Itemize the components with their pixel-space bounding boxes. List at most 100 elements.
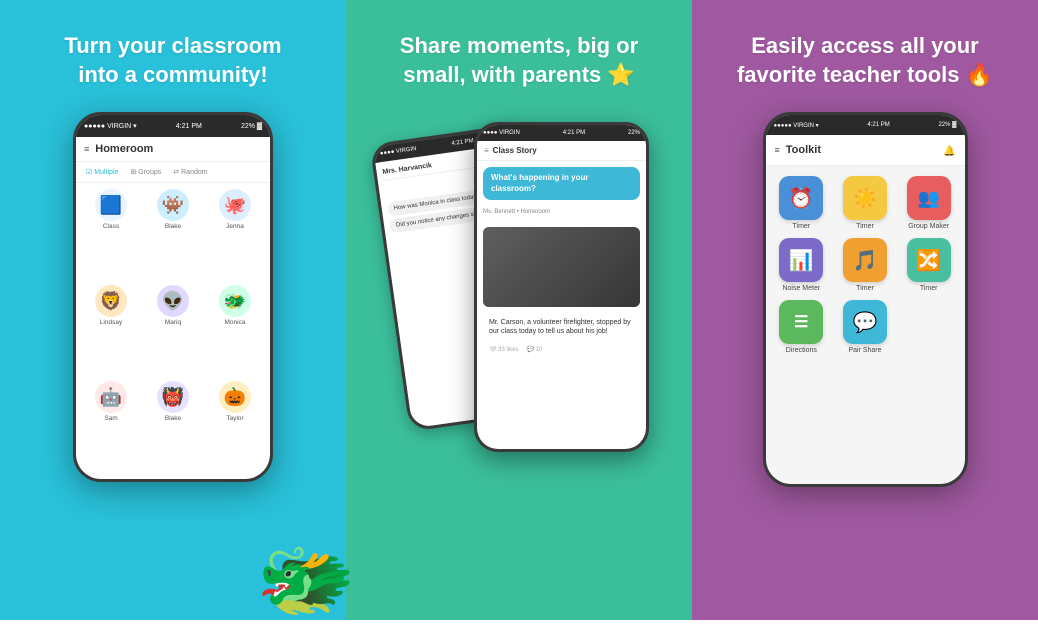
toolkit-carrier: ●●●●● VIRGIN ▾ bbox=[774, 122, 819, 129]
tool-timer-label-1: Timer bbox=[793, 223, 811, 230]
toolkit-battery: 22% ▓ bbox=[938, 122, 956, 128]
toolkit-time: 4:21 PM bbox=[867, 122, 889, 128]
toolkit-screen: ●●●●● VIRGIN ▾ 4:21 PM 22% ▓ ≡ Toolkit 🔔… bbox=[766, 115, 965, 484]
avatar: 🤖 bbox=[95, 381, 127, 413]
panel-3-title: Easily access all your favorite teacher … bbox=[737, 32, 993, 89]
carrier-label: ●●●●● VIRGIN ▾ bbox=[84, 122, 137, 130]
tool-music[interactable]: 🎵 Timer bbox=[837, 238, 893, 292]
list-item[interactable]: 🦁 Lindsay bbox=[82, 285, 140, 377]
phones-container: ●●●● VIRGIN 4:21 PM 22% Mrs. Harvancik H… bbox=[389, 112, 649, 482]
list-item[interactable]: 🎃 Taylor bbox=[206, 381, 264, 473]
filter-groups[interactable]: ⊞ Groups bbox=[126, 166, 165, 178]
tool-directions-label: Directions bbox=[786, 347, 817, 354]
tool-timer-icon-1: ⏰ bbox=[779, 176, 823, 220]
back-carrier: ●●●● VIRGIN bbox=[380, 146, 417, 157]
toolkit-menu-icon[interactable]: ≡ bbox=[775, 145, 780, 155]
student-grid: 🟦 Class 👾 Blake 🐙 Jenna bbox=[76, 183, 270, 479]
tool-noise-label: Noise Meter bbox=[782, 285, 820, 292]
filter-random-label: Random bbox=[181, 169, 207, 176]
phone-mockup-1: ●●●●● VIRGIN ▾ 4:21 PM 22% ▓ ≡ Homeroom … bbox=[73, 112, 273, 482]
time-label: 4:21 PM bbox=[176, 123, 202, 130]
filter-random[interactable]: ⇄ Random bbox=[169, 166, 211, 178]
tool-pair-share[interactable]: 💬 Pair Share bbox=[837, 300, 893, 354]
avatar: 🐙 bbox=[219, 189, 251, 221]
list-item[interactable]: 🐙 Jenna bbox=[206, 189, 264, 281]
avatar: 👽 bbox=[157, 285, 189, 317]
tool-directions[interactable]: ☰ Directions bbox=[774, 300, 830, 354]
homeroom-title-text: Homeroom bbox=[95, 143, 153, 155]
phone-mockup-front: ●●●● VIRGIN 4:21 PM 22% ≡ Class Story Wh… bbox=[474, 122, 649, 452]
multiple-icon: ☑ bbox=[86, 168, 92, 176]
panel-toolkit: Easily access all your favorite teacher … bbox=[692, 0, 1038, 620]
tool-timer-1[interactable]: ⏰ Timer bbox=[774, 176, 830, 230]
student-name: Jenna bbox=[226, 223, 244, 230]
student-name: Mariq bbox=[165, 319, 181, 326]
list-item[interactable]: 👾 Blake bbox=[144, 189, 202, 281]
front-time: 4:21 PM bbox=[563, 130, 585, 136]
tool-pair-share-label: Pair Share bbox=[848, 347, 881, 354]
panel-2-title: Share moments, big or small, with parent… bbox=[400, 32, 638, 89]
student-name: Taylor bbox=[226, 415, 243, 422]
list-item[interactable]: 🤖 Sam bbox=[82, 381, 140, 473]
status-bar-1: ●●●●● VIRGIN ▾ 4:21 PM 22% ▓ bbox=[76, 115, 270, 137]
story-author: Ms. Bennett • Homeroom bbox=[483, 209, 640, 215]
panel-share: Share moments, big or small, with parent… bbox=[346, 0, 692, 620]
tool-timer-label-5: Timer bbox=[856, 285, 874, 292]
homeroom-header: ≡ Homeroom bbox=[76, 137, 270, 162]
story-caption: Mr. Carson, a volunteer firefighter, sto… bbox=[483, 315, 640, 339]
list-item[interactable]: 🐲 Monica bbox=[206, 285, 264, 377]
back-time: 4:21 PM bbox=[451, 138, 474, 147]
toolkit-header: ≡ Toolkit 🔔 bbox=[766, 135, 965, 166]
filter-tabs: ☑ Multiple ⊞ Groups ⇄ Random bbox=[76, 162, 270, 183]
tool-timer-label-2: Timer bbox=[856, 223, 874, 230]
class-story-screen: ●●●● VIRGIN 4:21 PM 22% ≡ Class Story Wh… bbox=[477, 125, 646, 449]
mascot-character: 🐲 bbox=[256, 540, 356, 620]
tool-noise-meter[interactable]: 📊 Noise Meter bbox=[774, 238, 830, 292]
story-prompt: What's happening in your classroom? bbox=[483, 167, 640, 200]
student-name: Blake bbox=[165, 223, 181, 230]
reaction-bar: 🤍 33 likes 💬 10 bbox=[483, 344, 640, 355]
avatar: 🐲 bbox=[219, 285, 251, 317]
student-name: Sam bbox=[104, 415, 117, 422]
tool-group-icon: 👥 bbox=[907, 176, 951, 220]
front-battery: 22% bbox=[628, 130, 640, 136]
tool-timer-2[interactable]: ☀️ Timer bbox=[837, 176, 893, 230]
filter-multiple[interactable]: ☑ Multiple bbox=[82, 166, 122, 178]
tool-noise-icon: 📊 bbox=[779, 238, 823, 282]
filter-multiple-label: Multiple bbox=[94, 169, 118, 176]
tool-group-maker[interactable]: 👥 Group Maker bbox=[901, 176, 957, 230]
filter-groups-label: Groups bbox=[138, 169, 161, 176]
hamburger-icon[interactable]: ≡ bbox=[84, 144, 89, 154]
toolkit-header-left: ≡ Toolkit bbox=[775, 144, 822, 156]
list-item[interactable]: 🟦 Class bbox=[82, 189, 140, 281]
toolkit-grid: ⏰ Timer ☀️ Timer 👥 Group Maker 📊 Noise M… bbox=[766, 166, 965, 364]
tool-shuffle[interactable]: 🔀 Timer bbox=[901, 238, 957, 292]
student-name: Class bbox=[103, 223, 119, 230]
bell-icon[interactable]: 🔔 bbox=[943, 146, 955, 157]
avatar: 🦁 bbox=[95, 285, 127, 317]
avatar: 🎃 bbox=[219, 381, 251, 413]
groups-icon: ⊞ bbox=[130, 168, 136, 176]
phone-mockup-3: ●●●●● VIRGIN ▾ 4:21 PM 22% ▓ ≡ Toolkit 🔔… bbox=[763, 112, 968, 487]
list-item[interactable]: 👽 Mariq bbox=[144, 285, 202, 377]
story-image: ▶ bbox=[483, 227, 640, 307]
tool-shuffle-icon: 🔀 bbox=[907, 238, 951, 282]
student-name: Monica bbox=[225, 319, 246, 326]
notification-bell-container: 🔔 bbox=[943, 141, 955, 159]
random-icon: ⇄ bbox=[173, 168, 179, 176]
comments-count: 💬 10 bbox=[526, 346, 542, 353]
tool-music-icon: 🎵 bbox=[843, 238, 887, 282]
list-item[interactable]: 👹 Blake bbox=[144, 381, 202, 473]
avatar: 👾 bbox=[157, 189, 189, 221]
student-name: Lindsay bbox=[100, 319, 122, 326]
avatar: 👹 bbox=[157, 381, 189, 413]
tool-group-label: Group Maker bbox=[908, 223, 949, 230]
toolkit-title-text: Toolkit bbox=[786, 144, 821, 156]
avatar: 🟦 bbox=[95, 189, 127, 221]
likes-count: 🤍 33 likes bbox=[489, 346, 518, 353]
tool-timer-label-6: Timer bbox=[920, 285, 938, 292]
front-carrier: ●●●● VIRGIN bbox=[483, 130, 520, 136]
tool-directions-icon: ☰ bbox=[779, 300, 823, 344]
chat-messages: What's happening in your classroom? Ms. … bbox=[477, 161, 646, 449]
panel-community: Turn your classroom into a community! ●●… bbox=[0, 0, 346, 620]
